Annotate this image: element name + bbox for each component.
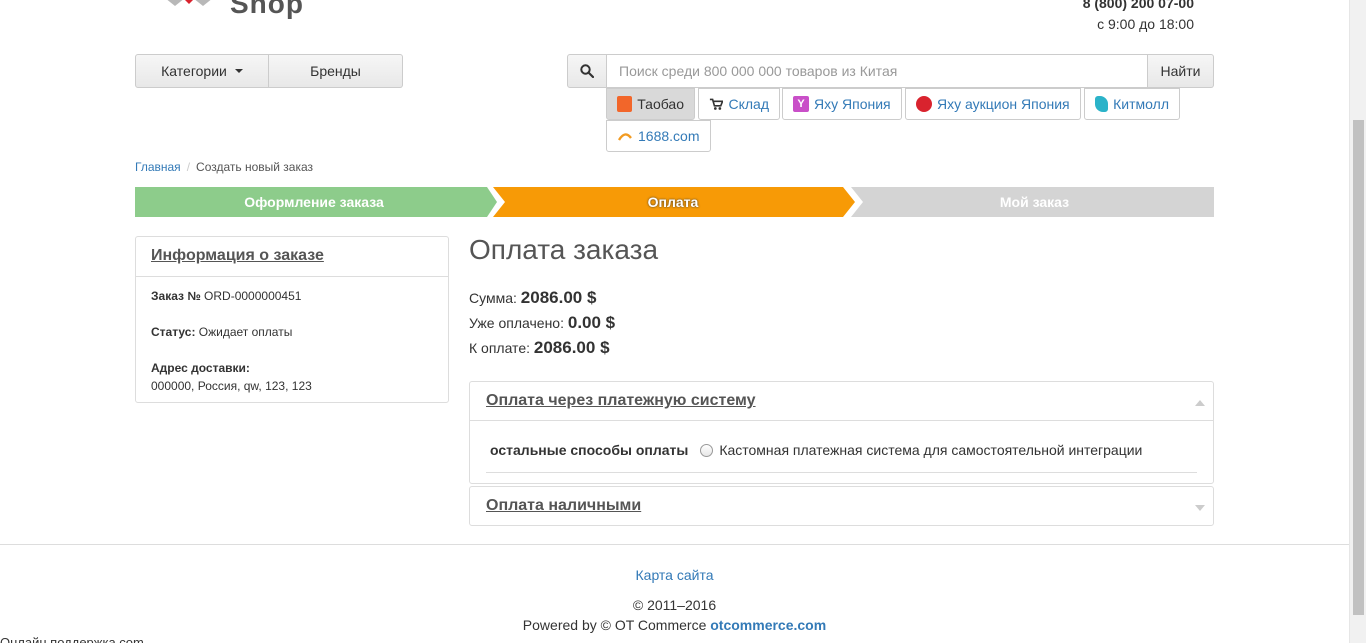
provider-tab-taobao[interactable]: Таобао <box>606 88 695 120</box>
order-number-row: Заказ № ORD-0000000451 <box>151 287 433 305</box>
sum-row: Сумма: 2086.00 $ <box>469 288 596 308</box>
yahoo-icon: Y <box>793 96 809 112</box>
provider-label: Таобао <box>637 96 684 112</box>
scrollbar-thumb[interactable] <box>1353 120 1364 615</box>
due-value: 2086.00 $ <box>533 338 610 357</box>
order-address-label: Адрес доставки: <box>151 361 250 375</box>
otcommerce-link[interactable]: otcommerce.com <box>710 617 826 633</box>
footer-sitemap-row: Карта сайта <box>0 567 1349 583</box>
search-icon-button[interactable] <box>567 54 607 88</box>
categories-button[interactable]: Категории <box>135 54 269 88</box>
online-support-link[interactable]: Онлайн поддержка.com <box>0 635 144 643</box>
brands-button[interactable]: Бренды <box>269 54 403 88</box>
provider-tab-warehouse[interactable]: Склад <box>698 88 780 120</box>
order-progress-steps: Оформление заказа Оплата Мой заказ <box>135 187 1214 217</box>
working-hours: с 9:00 до 18:00 <box>1097 16 1194 32</box>
breadcrumb: Главная / Создать новый заказ <box>135 160 314 174</box>
1688-icon <box>617 133 632 141</box>
provider-label: Китмолл <box>1113 96 1169 112</box>
logo-icon[interactable] <box>155 0 225 18</box>
order-status-row: Статус: Ожидает оплаты <box>151 323 433 341</box>
caret-down-icon <box>234 69 243 73</box>
cart-icon <box>709 98 724 110</box>
provider-label: Яху аукцион Япония <box>937 96 1070 112</box>
payment-system-body: остальные способы оплаты Кастомная плате… <box>470 420 1213 483</box>
order-status-value: Ожидает оплаты <box>198 325 293 339</box>
order-number-value: ORD-0000000451 <box>204 289 302 303</box>
custom-system-label[interactable]: Кастомная платежная система для самостоя… <box>719 442 1142 458</box>
order-address-value: 000000, Россия, qw, 123, 123 <box>151 379 312 393</box>
footer-divider <box>0 544 1349 545</box>
search-input[interactable] <box>607 54 1148 88</box>
powered-by-text: Powered by © OT Commerce <box>522 617 707 633</box>
taobao-icon <box>617 96 633 112</box>
payment-system-title[interactable]: Оплата через платежную систему <box>486 392 756 410</box>
collapse-arrow-icon[interactable] <box>1195 400 1205 406</box>
order-number-label: Заказ № <box>151 289 201 303</box>
payment-system-section: Оплата через платежную систему остальные… <box>469 381 1214 484</box>
paid-value: 0.00 $ <box>567 313 616 332</box>
divider <box>486 472 1197 473</box>
cash-payment-header[interactable]: Оплата наличными <box>470 487 1213 525</box>
search-bar: Найти <box>567 54 1214 88</box>
due-row: К оплате: 2086.00 $ <box>469 338 610 358</box>
logo-text[interactable]: Shop <box>230 0 304 20</box>
order-info-title[interactable]: Информация о заказе <box>136 237 448 277</box>
breadcrumb-home-link[interactable]: Главная <box>135 160 181 174</box>
categories-label: Категории <box>161 63 227 79</box>
search-button[interactable]: Найти <box>1148 54 1214 88</box>
provider-tab-yahoo-japan[interactable]: Y Яху Япония <box>782 88 902 120</box>
expand-arrow-icon[interactable] <box>1195 505 1205 511</box>
other-methods-label: остальные способы оплаты <box>490 442 689 458</box>
cash-payment-section: Оплата наличными <box>469 486 1214 526</box>
order-info-panel: Информация о заказе Заказ № ORD-00000004… <box>135 236 449 403</box>
sum-value: 2086.00 $ <box>520 288 597 307</box>
page-scrollbar[interactable] <box>1349 0 1366 643</box>
provider-label: 1688.com <box>638 128 700 144</box>
step-my-order: Мой заказ <box>999 194 1070 210</box>
step-payment: Оплата <box>647 194 699 210</box>
page-title: Оплата заказа <box>469 234 659 265</box>
brands-label: Бренды <box>310 63 361 79</box>
due-label: К оплате: <box>469 340 530 356</box>
sum-label: Сумма: <box>469 290 517 306</box>
powered-by-row: Powered by © OT Commerce otcommerce.com <box>0 617 1349 633</box>
paid-row: Уже оплачено: 0.00 $ <box>469 313 615 333</box>
nav-button-group: Категории Бренды <box>135 54 403 88</box>
step-order-form: Оформление заказа <box>244 194 384 210</box>
yahoo-auction-icon <box>916 96 932 112</box>
copyright: © 2011–2016 <box>632 597 717 613</box>
provider-tab-1688[interactable]: 1688.com <box>606 120 711 152</box>
order-address-row: Адрес доставки: 000000, Россия, qw, 123, … <box>151 359 433 395</box>
order-status-label: Статус: <box>151 325 196 339</box>
cash-payment-title[interactable]: Оплата наличными <box>486 497 641 515</box>
paid-label: Уже оплачено: <box>469 315 564 331</box>
sitemap-link[interactable]: Карта сайта <box>636 567 714 583</box>
search-icon <box>580 64 594 78</box>
provider-tab-yahoo-auction[interactable]: Яху аукцион Япония <box>905 88 1081 120</box>
payment-system-header[interactable]: Оплата через платежную систему <box>470 382 1213 420</box>
tmall-icon <box>1095 96 1109 112</box>
provider-tab-tmall[interactable]: Китмолл <box>1084 88 1180 120</box>
provider-label: Яху Япония <box>814 96 891 112</box>
phone-number: 8 (800) 200 07-00 <box>1082 0 1194 11</box>
custom-system-radio[interactable] <box>700 443 714 457</box>
breadcrumb-current: Создать новый заказ <box>196 160 314 174</box>
provider-label: Склад <box>728 96 769 112</box>
